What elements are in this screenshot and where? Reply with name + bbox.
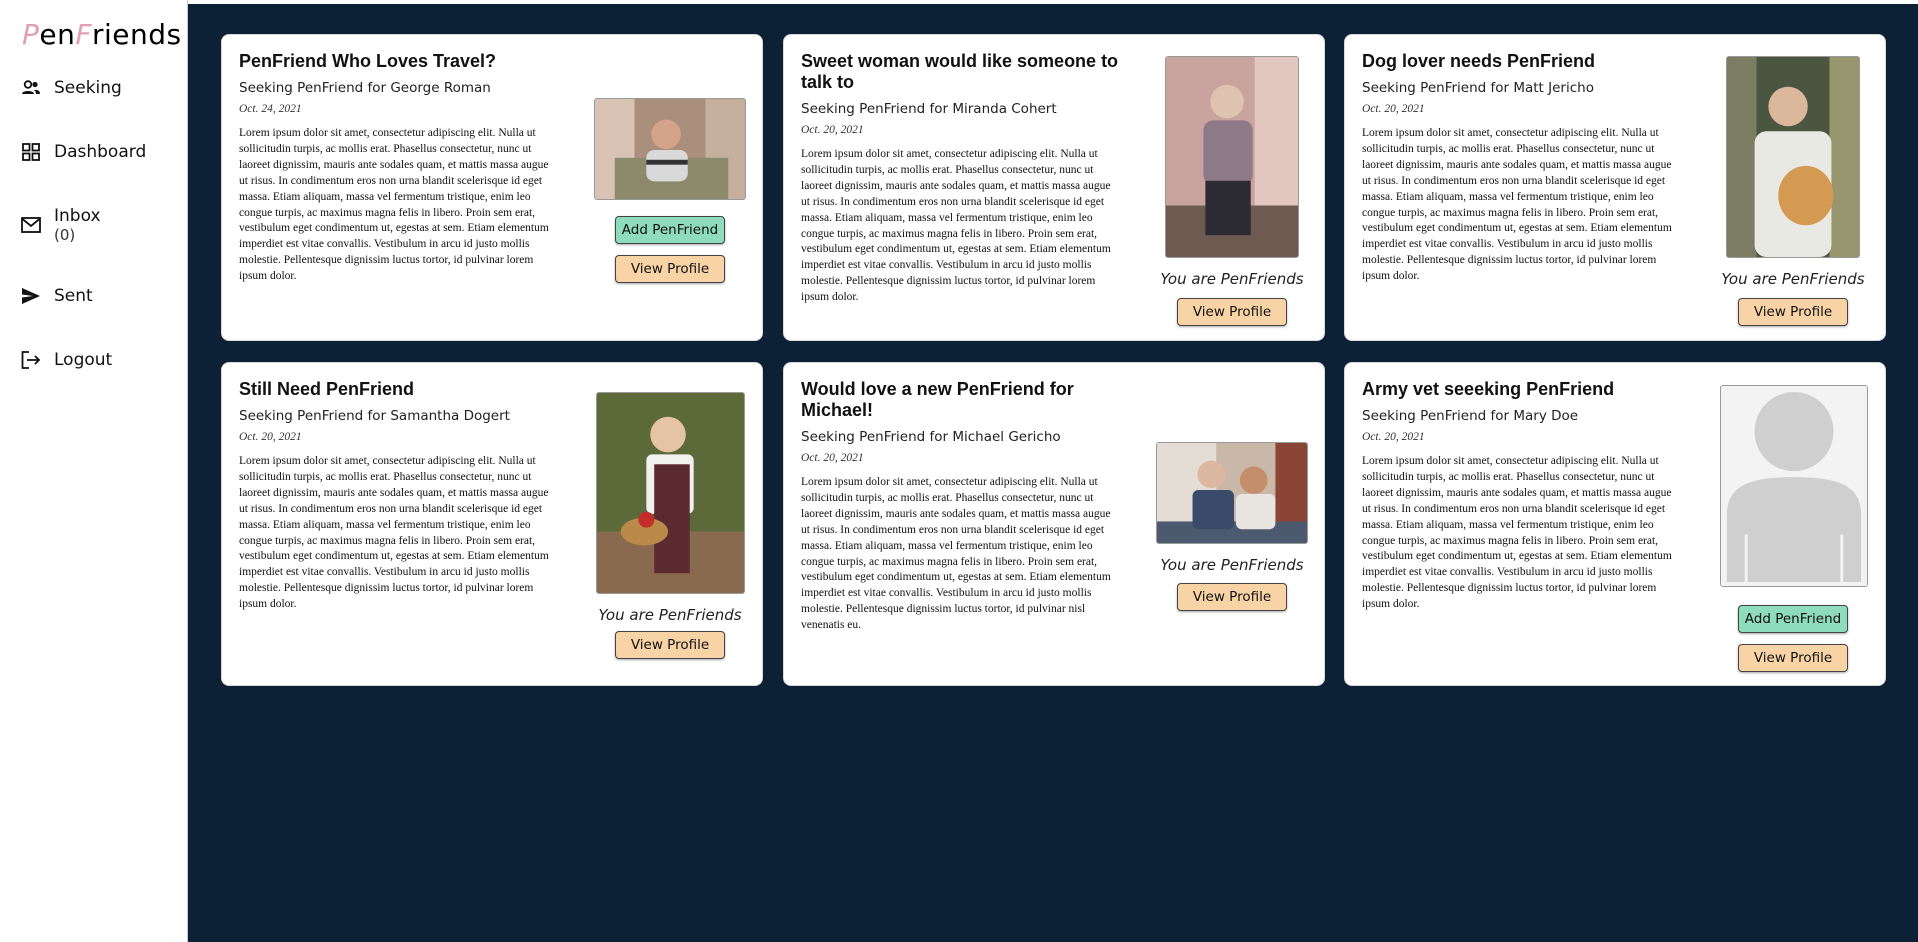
logo-text-riends: riends: [91, 18, 182, 51]
default-avatar-icon[interactable]: [1720, 385, 1868, 587]
people-icon: [20, 77, 42, 99]
view-profile-button[interactable]: View Profile: [1738, 298, 1848, 326]
app-logo[interactable]: PenFriends: [22, 18, 182, 51]
penfriend-card: Sweet woman would like someone to talk t…: [783, 34, 1325, 341]
penfriend-card: Army vet seeeking PenFriend Seeking PenF…: [1344, 362, 1886, 686]
nav-label-logout: Logout: [54, 350, 113, 370]
card-date: Oct. 20, 2021: [1362, 103, 1425, 115]
view-profile-button[interactable]: View Profile: [1177, 583, 1287, 611]
logo-text-en: en: [39, 18, 76, 51]
card-date: Oct. 20, 2021: [801, 124, 864, 136]
inbox-count: (0): [54, 226, 76, 244]
sidebar: PenFriends Seeking Dashboard Inbox (0) S…: [0, 0, 188, 942]
card-seeking-text: Seeking PenFriend for Miranda Cohert: [801, 101, 1057, 117]
card-title: Would love a new PenFriend for Michael!: [801, 379, 1074, 420]
card-seeking-text: Seeking PenFriend for Matt Jericho: [1362, 80, 1594, 96]
profile-photo[interactable]: [1156, 442, 1308, 544]
card-date: Oct. 24, 2021: [239, 103, 302, 115]
logo-letter-p: P: [22, 18, 40, 51]
card-title: Dog lover needs PenFriend: [1362, 51, 1596, 71]
card-title: PenFriend Who Loves Travel?: [239, 51, 497, 71]
card-date: Oct. 20, 2021: [1362, 431, 1425, 443]
card-seeking-text: Seeking PenFriend for George Roman: [239, 80, 491, 96]
penfriend-card: PenFriend Who Loves Travel? Seeking PenF…: [221, 34, 763, 341]
nav-label-seeking: Seeking: [54, 78, 122, 98]
card-title: Army vet seeeking PenFriend: [1362, 379, 1615, 399]
card-description: Lorem ipsum dolor sit amet, consectetur …: [801, 148, 1111, 304]
card-description: Lorem ipsum dolor sit amet, consectetur …: [801, 476, 1111, 632]
card-date: Oct. 20, 2021: [801, 452, 864, 464]
profile-photo[interactable]: [1726, 56, 1860, 258]
friend-status-text: You are PenFriends: [1721, 270, 1865, 288]
nav-label-sent: Sent: [54, 286, 93, 306]
main-content: PenFriend Who Loves Travel? Seeking PenF…: [188, 4, 1918, 942]
nav-item-logout[interactable]: Logout: [20, 349, 112, 371]
nav-label-dashboard: Dashboard: [54, 142, 147, 162]
view-profile-button[interactable]: View Profile: [1738, 644, 1848, 672]
view-profile-button[interactable]: View Profile: [615, 255, 725, 283]
logout-icon: [20, 349, 42, 371]
card-seeking-text: Seeking PenFriend for Michael Gericho: [801, 429, 1061, 445]
nav-item-sent[interactable]: Sent: [20, 285, 93, 307]
view-profile-button[interactable]: View Profile: [1177, 298, 1287, 326]
view-profile-button[interactable]: View Profile: [615, 631, 725, 659]
add-penfriend-button[interactable]: Add PenFriend: [615, 216, 725, 244]
card-description: Lorem ipsum dolor sit amet, consectetur …: [1362, 127, 1672, 283]
friend-status-text: You are PenFriends: [1160, 556, 1304, 574]
card-seeking-text: Seeking PenFriend for Samantha Dogert: [239, 408, 510, 424]
profile-photo[interactable]: [596, 392, 745, 594]
card-date: Oct. 20, 2021: [239, 431, 302, 443]
profile-photo[interactable]: [1165, 56, 1299, 258]
card-description: Lorem ipsum dolor sit amet, consectetur …: [239, 127, 549, 283]
friend-status-text: You are PenFriends: [598, 606, 742, 624]
card-title: Still Need PenFriend: [239, 379, 415, 399]
nav-label-inbox: Inbox: [54, 206, 101, 226]
card-description: Lorem ipsum dolor sit amet, consectetur …: [239, 455, 549, 611]
card-title: Sweet woman would like someone to talk t…: [801, 51, 1119, 92]
profile-photo[interactable]: [594, 98, 746, 200]
nav-item-inbox[interactable]: Inbox (0): [20, 206, 101, 244]
dashboard-grid-icon: [20, 141, 42, 163]
card-description: Lorem ipsum dolor sit amet, consectetur …: [1362, 455, 1672, 611]
nav-item-seeking[interactable]: Seeking: [20, 77, 122, 99]
card-seeking-text: Seeking PenFriend for Mary Doe: [1362, 408, 1579, 424]
logo-letter-f: F: [75, 18, 92, 51]
penfriend-card: Would love a new PenFriend for Michael! …: [783, 362, 1325, 686]
add-penfriend-button[interactable]: Add PenFriend: [1738, 605, 1848, 633]
mail-icon: [20, 214, 42, 236]
penfriend-card: Dog lover needs PenFriend Seeking PenFri…: [1344, 34, 1886, 341]
friend-status-text: You are PenFriends: [1160, 270, 1304, 288]
send-icon: [20, 285, 42, 307]
nav-item-dashboard[interactable]: Dashboard: [20, 141, 146, 163]
penfriend-card: Still Need PenFriend Seeking PenFriend f…: [221, 362, 763, 686]
